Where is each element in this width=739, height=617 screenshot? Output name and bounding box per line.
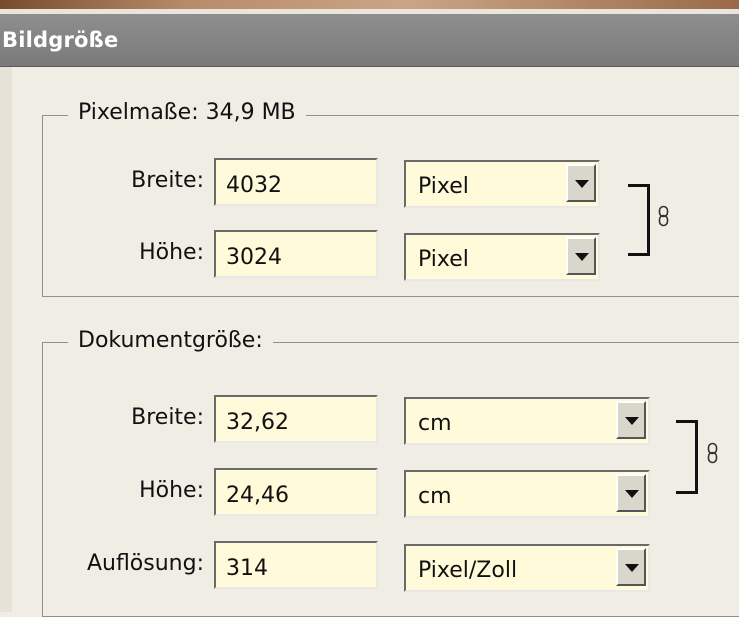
dropdown-arrow-button[interactable]	[566, 237, 596, 275]
pixel-height-unit-select[interactable]: Pixel	[404, 233, 600, 281]
document-width-label: Breite:	[131, 405, 204, 430]
pixel-width-input[interactable]	[214, 158, 378, 206]
title-bar[interactable]: Bildgröße	[0, 14, 739, 67]
chevron-down-icon	[625, 564, 639, 572]
resolution-input[interactable]	[214, 541, 378, 589]
resolution-label: Auflösung:	[86, 551, 204, 576]
pixel-height-input[interactable]	[214, 230, 378, 278]
dropdown-arrow-button[interactable]	[616, 548, 646, 586]
pixel-height-unit-value: Pixel	[418, 247, 469, 272]
pixel-width-unit-select[interactable]: Pixel	[404, 160, 600, 208]
resolution-unit-select[interactable]: Pixel/Zoll	[404, 544, 650, 592]
chain-link-icon	[707, 442, 718, 464]
document-width-input[interactable]	[214, 395, 378, 443]
chevron-down-icon	[625, 417, 639, 425]
document-width-unit-select[interactable]: cm	[404, 397, 650, 445]
pixel-dimensions-legend: Pixelmaße: 34,9 MB	[68, 100, 306, 125]
pixel-width-label: Breite:	[131, 168, 204, 193]
chevron-down-icon	[575, 180, 589, 188]
document-size-legend: Dokumentgröße:	[68, 328, 273, 353]
document-height-label: Höhe:	[139, 478, 204, 503]
dropdown-arrow-button[interactable]	[616, 474, 646, 512]
document-height-unit-select[interactable]: cm	[404, 470, 650, 518]
window-title: Bildgröße	[2, 28, 119, 52]
dropdown-arrow-button[interactable]	[566, 164, 596, 202]
resolution-unit-value: Pixel/Zoll	[418, 558, 518, 583]
document-height-unit-value: cm	[418, 484, 452, 509]
pixel-height-label: Höhe:	[139, 240, 204, 265]
dropdown-arrow-button[interactable]	[616, 401, 646, 439]
constrain-proportions-bracket	[628, 184, 650, 256]
pixel-width-unit-value: Pixel	[418, 174, 469, 199]
chain-link-icon	[658, 205, 669, 227]
constrain-proportions-bracket	[676, 420, 698, 494]
document-width-unit-value: cm	[418, 411, 452, 436]
chevron-down-icon	[575, 253, 589, 261]
background-strip	[0, 0, 739, 14]
chevron-down-icon	[625, 490, 639, 498]
document-height-input[interactable]	[214, 468, 378, 516]
